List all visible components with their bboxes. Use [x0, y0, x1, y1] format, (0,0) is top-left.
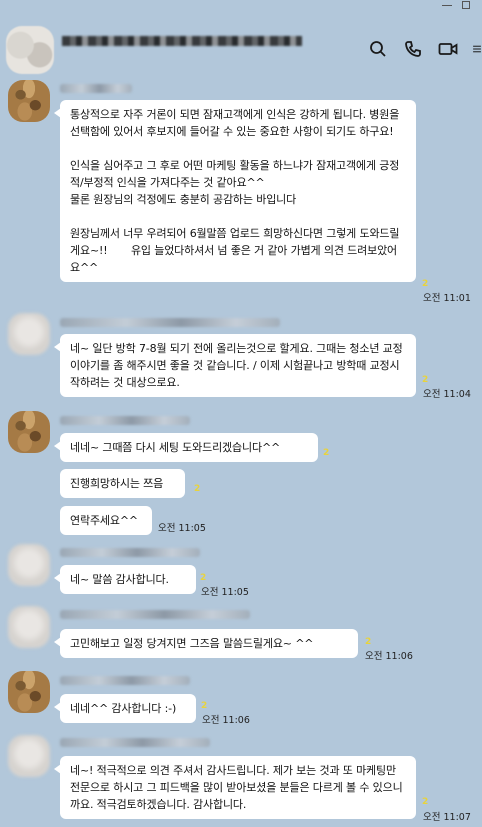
- message-time: 오전 11:07: [423, 812, 471, 823]
- sender-avatar[interactable]: [8, 80, 50, 122]
- sender-name-redacted: [60, 318, 280, 327]
- unread-count: 2: [323, 448, 330, 458]
- unread-count: 2: [194, 484, 201, 494]
- unread-count: 2: [201, 701, 208, 711]
- message-time: 오전 11:01: [423, 293, 471, 304]
- message-bubble[interactable]: 연락주세요^^: [60, 506, 152, 535]
- unread-count: 2: [422, 279, 429, 289]
- sender-avatar[interactable]: [8, 735, 50, 777]
- sender-name-redacted: [60, 610, 250, 619]
- sender-avatar[interactable]: [8, 544, 50, 586]
- message-time: 오전 11:05: [201, 587, 249, 598]
- chat-room-title-redacted: [62, 36, 302, 46]
- unread-count: 2: [365, 637, 372, 647]
- message-time: 오전 11:06: [365, 651, 413, 662]
- sender-name-redacted: [60, 84, 132, 93]
- chat-room-avatar[interactable]: [6, 26, 54, 74]
- message-bubble[interactable]: 네~ 일단 방학 7-8월 되기 전에 올리는것으로 할게요. 그때는 청소년 …: [54, 334, 416, 397]
- sender-name-redacted: [60, 548, 200, 557]
- video-call-icon[interactable]: [437, 38, 459, 60]
- message-time: 오전 11:04: [423, 389, 471, 400]
- search-icon[interactable]: [367, 38, 389, 60]
- message-bubble[interactable]: 네~ 말씀 감사합니다.: [54, 565, 196, 594]
- sender-name-redacted: [60, 416, 190, 425]
- message-bubble[interactable]: 네네^^ 감사합니다 :-): [54, 694, 196, 723]
- unread-count: 2: [422, 375, 429, 385]
- sender-avatar[interactable]: [8, 671, 50, 713]
- unread-count: 2: [422, 797, 429, 807]
- menu-icon[interactable]: [472, 38, 482, 60]
- chat-header: [0, 0, 482, 74]
- message-time: 오전 11:05: [158, 523, 206, 534]
- minimize-icon[interactable]: [442, 0, 452, 6]
- sender-avatar[interactable]: [8, 411, 50, 453]
- message-bubble[interactable]: 네네~ 그때쯤 다시 세팅 도와드리겠습니다^^: [54, 433, 318, 462]
- sender-name-redacted: [60, 676, 190, 685]
- message-bubble[interactable]: 진행희망하시는 쯔음: [60, 469, 185, 498]
- message-time: 오전 11:06: [202, 715, 250, 726]
- message-bubble[interactable]: 통상적으로 자주 거론이 되면 잠재고객에게 인식은 강하게 됩니다. 병원을 …: [54, 100, 416, 282]
- sender-avatar[interactable]: [8, 313, 50, 355]
- phone-icon[interactable]: [402, 38, 424, 60]
- sender-name-redacted: [60, 738, 210, 747]
- message-bubble[interactable]: 고민해보고 일정 당겨지면 그즈음 말씀드릴게요~ ^^: [54, 629, 358, 658]
- sender-avatar[interactable]: [8, 606, 50, 648]
- unread-count: 2: [200, 573, 207, 583]
- message-bubble[interactable]: 네~! 적극적으로 의견 주셔서 감사드립니다. 제가 보는 것과 또 마케팅만…: [54, 756, 416, 819]
- maximize-icon[interactable]: [462, 1, 470, 9]
